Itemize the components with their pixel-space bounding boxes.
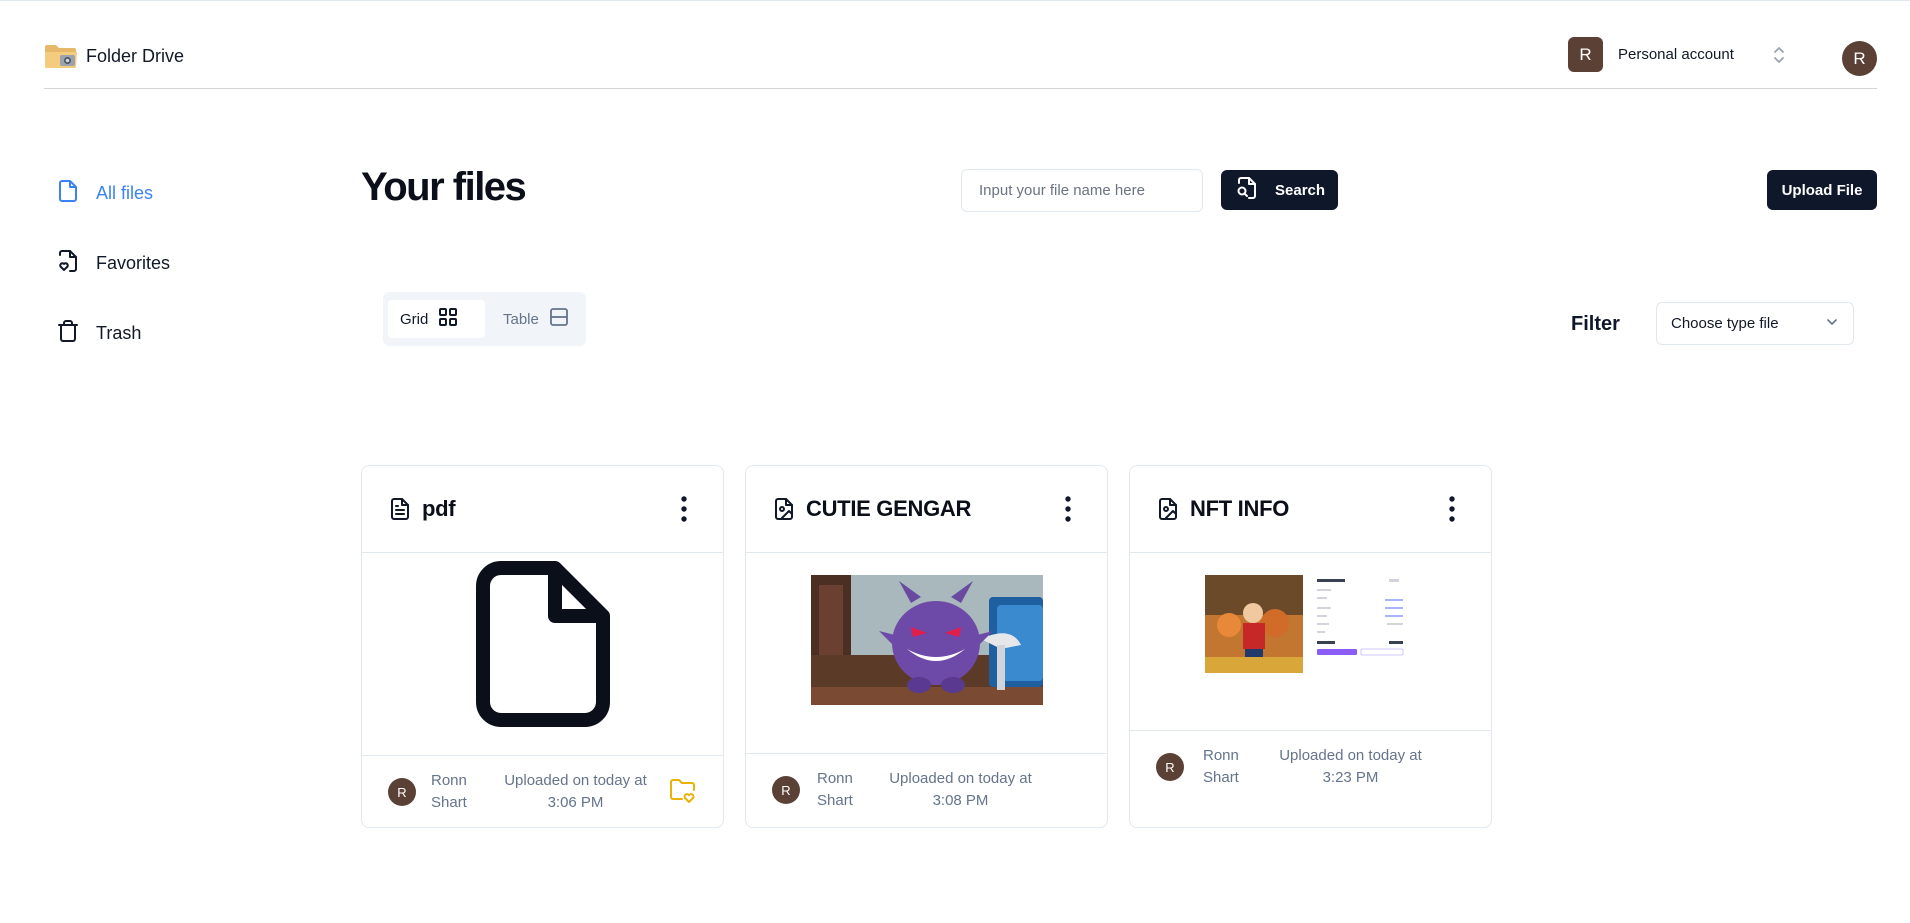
upload-time: Uploaded on today at 3:23 PM [1279, 747, 1422, 786]
tab-grid[interactable]: Grid [388, 300, 485, 338]
tab-table[interactable]: Table [491, 300, 581, 338]
sidebar-item-favorites[interactable]: Favorites [56, 245, 170, 281]
filter-type-select[interactable]: Choose type file [1656, 302, 1854, 345]
file-text-icon [388, 497, 412, 521]
grid-icon [438, 307, 458, 331]
file-icon [475, 560, 611, 733]
sidebar-item-trash[interactable]: Trash [56, 315, 170, 351]
search-button-label: Search [1275, 181, 1326, 199]
file-title: NFT INFO [1190, 496, 1290, 521]
file-image-icon [1156, 497, 1180, 521]
owner-name: Ronn Shart [817, 770, 853, 809]
sidebar-item-label: Favorites [96, 252, 171, 273]
card-header: NFT INFO [1130, 466, 1491, 553]
account-avatar: R [1568, 37, 1603, 72]
card-footer: R Ronn Shart Uploaded on today at 3:08 P… [746, 754, 1107, 828]
folder-heart-icon[interactable] [669, 778, 697, 804]
file-title: CUTIE GENGAR [806, 496, 972, 521]
trash-icon [56, 319, 80, 348]
chevron-up-down-icon [1772, 44, 1786, 66]
file-title: pdf [422, 496, 456, 521]
account-switcher[interactable]: R Personal account [1568, 37, 1786, 72]
owner-name: Ronn Shart [431, 772, 467, 811]
brand-name: Folder Drive [86, 45, 185, 66]
file-heart-icon [56, 249, 80, 278]
app-header: Folder Drive R Personal account R [44, 1, 1877, 89]
file-image-icon [772, 497, 796, 521]
filter-label: Filter [1571, 313, 1620, 335]
gengar-image [811, 575, 1043, 710]
owner-avatar: R [1156, 753, 1184, 781]
page-title: Your files [361, 165, 527, 209]
card-footer: R Ronn Shart Uploaded on today at 3:23 P… [1130, 731, 1491, 828]
file-card-cutie-gengar[interactable]: CUTIE GENGAR R Ronn Shart Uploaded on to… [745, 465, 1108, 828]
file-card-pdf[interactable]: pdf R Ronn Shart Uploaded on today at 3:… [361, 465, 724, 828]
owner-avatar: R [388, 778, 416, 806]
chevron-down-icon [1825, 315, 1839, 333]
file-icon [56, 179, 80, 208]
file-preview [746, 553, 1107, 754]
search-button[interactable]: Search [1221, 170, 1338, 210]
more-vertical-icon[interactable] [1065, 496, 1071, 522]
filter-select-value: Choose type file [1671, 315, 1779, 332]
search-input[interactable] [961, 169, 1203, 212]
sidebar: All files Favorites Trash [56, 175, 170, 385]
owner-avatar: R [772, 776, 800, 804]
sidebar-item-all-files[interactable]: All files [56, 175, 170, 211]
file-preview [1130, 553, 1491, 731]
file-preview [362, 553, 723, 756]
file-card-nft-info[interactable]: NFT INFO R Ronn Shart Uploaded on today … [1129, 465, 1492, 828]
more-vertical-icon[interactable] [681, 496, 687, 522]
owner-name: Ronn Shart [1203, 747, 1239, 786]
brand[interactable]: Folder Drive [44, 43, 184, 69]
table-icon [549, 307, 569, 331]
account-name: Personal account [1618, 46, 1734, 63]
card-header: pdf [362, 466, 723, 553]
sidebar-item-label: Trash [96, 322, 142, 343]
tab-label: Grid [400, 310, 429, 328]
sidebar-item-label: All files [96, 182, 154, 203]
file-search-icon [1235, 176, 1259, 204]
nft-screenshot-image [1205, 575, 1405, 680]
view-toggle: Grid Table [383, 292, 586, 346]
upload-time: Uploaded on today at 3:08 PM [889, 770, 1032, 809]
upload-file-button[interactable]: Upload File [1767, 170, 1877, 210]
folder-camera-icon [44, 43, 78, 69]
more-vertical-icon[interactable] [1449, 496, 1455, 522]
card-footer: R Ronn Shart Uploaded on today at 3:06 P… [362, 756, 723, 828]
card-header: CUTIE GENGAR [746, 466, 1107, 553]
user-avatar[interactable]: R [1842, 41, 1877, 76]
tab-label: Table [503, 310, 539, 328]
upload-time: Uploaded on today at 3:06 PM [504, 772, 647, 811]
